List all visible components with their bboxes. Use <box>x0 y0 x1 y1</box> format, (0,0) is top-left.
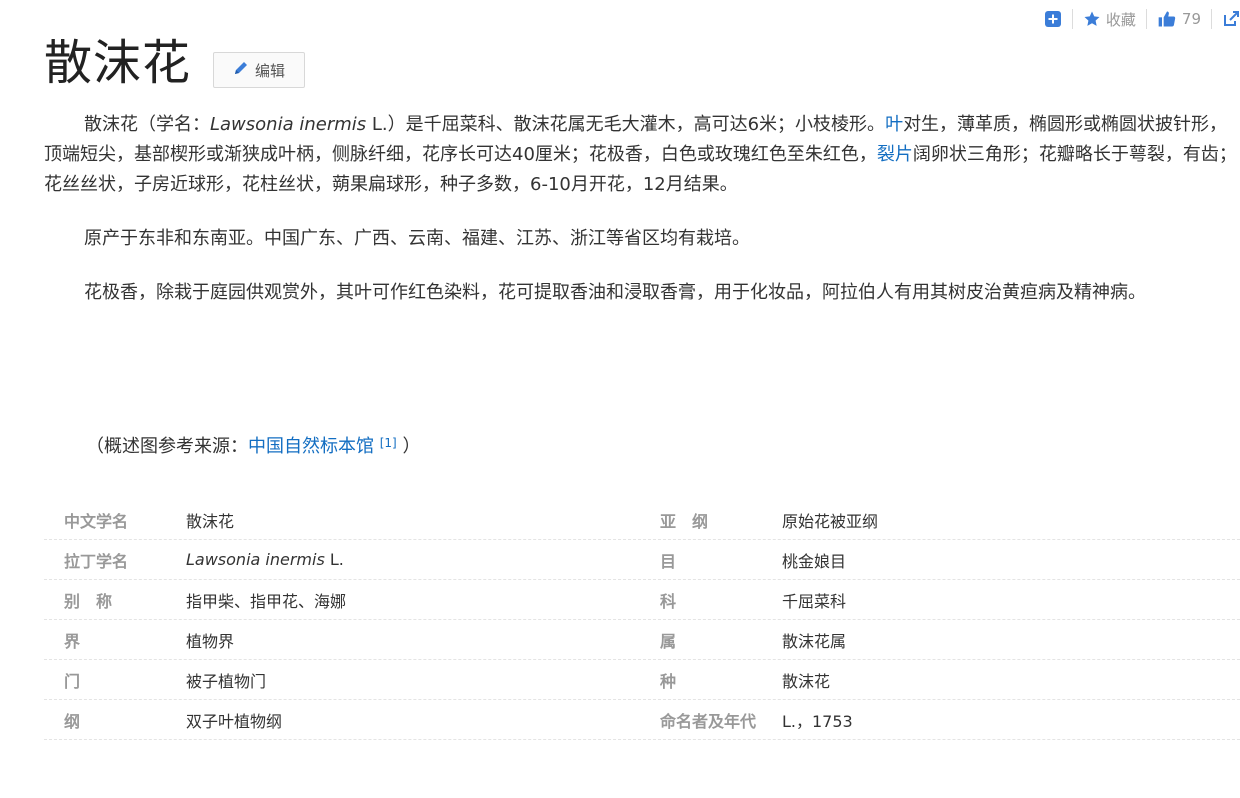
share-icon <box>1222 10 1240 28</box>
summary-paragraph: 散沫花（学名：Lawsonia inermis L.）是千屈菜科、散沫花属无毛大… <box>44 114 1237 195</box>
latin-name: Lawsonia inermis <box>210 114 367 135</box>
plus-square-icon <box>1044 10 1062 28</box>
info-row: 纲 双子叶植物纲 命名者及年代 L.，1753 <box>44 700 1240 740</box>
info-label: 命名者及年代 <box>660 711 757 731</box>
info-label: 种 <box>660 671 677 691</box>
info-label: 亚 纲 <box>660 511 709 531</box>
source-link[interactable]: 中国自然标本馆 <box>248 436 374 457</box>
edit-label: 编辑 <box>255 61 286 80</box>
info-label: 中文学名 <box>64 511 129 531</box>
info-value-link[interactable]: 千屈菜科 <box>782 588 1240 612</box>
info-value: Lawsonia inermis L. <box>186 550 344 569</box>
info-row: 别 称 指甲柴、指甲花、海娜 科 千屈菜科 <box>44 580 1240 620</box>
basic-info-table: 中文学名 散沫花 亚 纲 原始花被亚纲 拉丁学名 Lawsonia inermi… <box>44 500 1240 740</box>
info-label: 属 <box>660 631 677 651</box>
latin-name: Lawsonia inermis <box>186 550 325 569</box>
like-count: 79 <box>1181 10 1201 28</box>
info-value: 散沫花 <box>782 671 831 691</box>
info-label: 门 <box>64 671 81 691</box>
info-row: 拉丁学名 Lawsonia inermis L. 目 桃金娘目 <box>44 540 1240 580</box>
thumbs-up-icon <box>1157 9 1177 29</box>
info-label: 界 <box>64 631 81 651</box>
collect-label: 收藏 <box>1105 10 1136 29</box>
edit-button[interactable]: 编辑 <box>213 52 306 88</box>
add-button[interactable] <box>1034 9 1072 29</box>
info-row: 中文学名 散沫花 亚 纲 原始花被亚纲 <box>44 500 1240 540</box>
title-row: 散沫花 编辑 <box>44 30 306 96</box>
collect-button[interactable]: 收藏 <box>1073 9 1146 29</box>
distribution-paragraph: 原产于东非和东南亚。中国广东、广西、云南、福建、江苏、浙江等省区均有栽培。 <box>84 228 750 249</box>
info-value: 散沫花 <box>186 511 235 531</box>
pencil-icon <box>233 60 249 80</box>
info-value-link[interactable]: 原始花被亚纲 <box>782 508 1240 532</box>
link-leaf[interactable]: 叶 <box>885 114 903 135</box>
info-label: 别 称 <box>64 591 113 611</box>
page-title: 散沫花 <box>44 35 192 91</box>
info-label: 纲 <box>64 711 81 731</box>
article-toolbar: 收藏 79 <box>1034 8 1240 30</box>
image-source: （概述图参考来源：中国自然标本馆 [1] ） <box>86 436 421 457</box>
info-label: 科 <box>660 591 677 611</box>
info-value: 植物界 <box>186 631 235 651</box>
reference-link[interactable]: [1] <box>380 436 397 450</box>
usage-paragraph: 花极香，除栽于庭园供观赏外，其叶可作红色染料，花可提取香油和浸取香膏，用于化妆品… <box>84 282 1146 303</box>
info-value: 指甲柴、指甲花、海娜 <box>186 591 347 611</box>
info-value: L.，1753 <box>782 711 853 731</box>
info-value-link[interactable]: 散沫花属 <box>782 628 1240 652</box>
info-value-link[interactable]: 双子叶植物纲 <box>186 708 640 732</box>
like-button[interactable]: 79 <box>1147 9 1211 29</box>
info-row: 门 被子植物门 种 散沫花 <box>44 660 1240 700</box>
info-label: 目 <box>660 551 677 571</box>
summary-content: 散沫花（学名：Lawsonia inermis L.）是千屈菜科、散沫花属无毛大… <box>44 110 1240 332</box>
info-value-link[interactable]: 桃金娘目 <box>782 548 1240 572</box>
star-icon <box>1083 10 1101 28</box>
info-row: 界 植物界 属 散沫花属 <box>44 620 1240 660</box>
info-value-link[interactable]: 被子植物门 <box>186 668 640 692</box>
link-lobe[interactable]: 裂片 <box>877 144 913 165</box>
info-label: 拉丁学名 <box>64 551 129 571</box>
share-button[interactable] <box>1212 9 1240 29</box>
